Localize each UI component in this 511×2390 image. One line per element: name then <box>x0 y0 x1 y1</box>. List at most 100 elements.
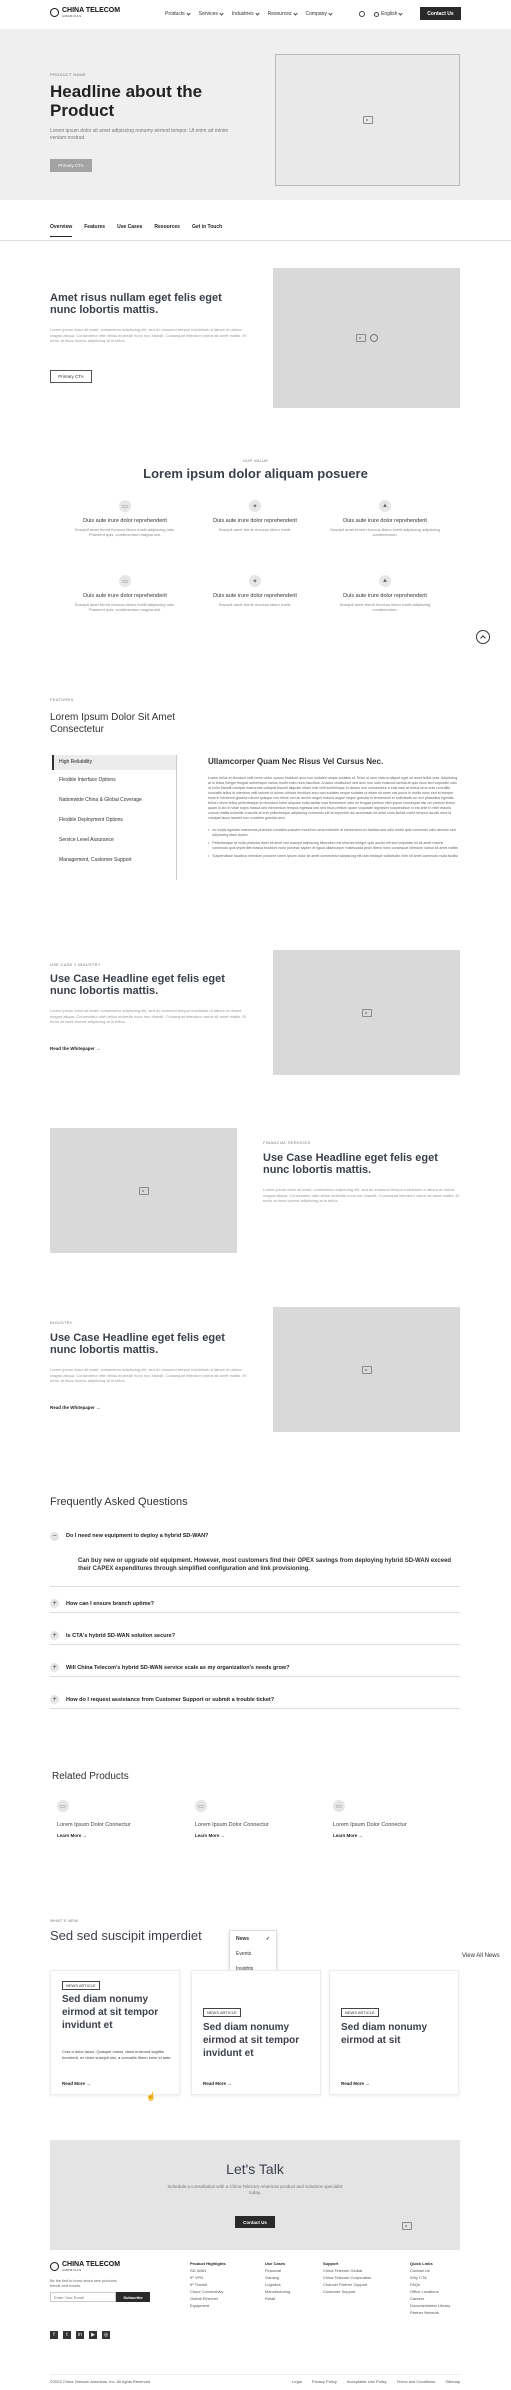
feature-icon: ✦ <box>249 575 261 587</box>
faq-answer: Can buy new or upgrade old equipment. Ho… <box>78 1558 452 1572</box>
feature-tab-high-reliability[interactable]: High Reliability <box>52 755 176 770</box>
twitter-icon[interactable]: t <box>63 2331 71 2339</box>
hero-cta-button[interactable]: Primary CTA <box>50 159 92 172</box>
usecase1-link[interactable]: Read the Whitepaper → <box>50 1046 101 1051</box>
footer-link[interactable]: Contact Us <box>410 2267 458 2274</box>
privacy-policy-link[interactable]: Privacy Policy <box>312 2379 337 2384</box>
learn-more-link[interactable]: Learn More → <box>333 1833 443 1838</box>
nav-services[interactable]: Services <box>199 10 224 17</box>
news-card-title: Sed diam nonumy eirmod at sit <box>341 2022 428 2046</box>
footer-link[interactable]: SD-WAN <box>190 2267 226 2274</box>
footer-link[interactable]: Why CTA <box>410 2274 458 2281</box>
footer-link[interactable]: IP Transit <box>190 2281 226 2288</box>
search-icon[interactable] <box>359 11 365 17</box>
terms-link[interactable]: Terms and Conditions <box>397 2379 436 2384</box>
facebook-icon[interactable]: f <box>50 2331 58 2339</box>
nav-industries[interactable]: Industries <box>232 10 260 17</box>
faq-item[interactable]: + How can I ensure branch uptime? <box>50 1595 460 1613</box>
chevron-up-icon <box>480 635 486 641</box>
footer-link[interactable]: Retail <box>265 2295 290 2302</box>
nav-resources[interactable]: Resources <box>268 10 298 17</box>
footer-link[interactable]: Manufacturing <box>265 2288 290 2295</box>
related-item: ▭ Lorem Ipsum Dolor Connectur Learn More… <box>195 1800 305 1838</box>
tab-use-cases[interactable]: Use Cases <box>117 224 142 237</box>
value-item: ▲ Duis aute irure dolor reprehenderit Su… <box>330 575 440 612</box>
nav-company[interactable]: Company <box>306 10 333 17</box>
language-selector[interactable]: English <box>374 10 404 17</box>
news-card[interactable]: NEWS ARTICLE Sed diam nonumy eirmod at s… <box>329 1970 459 2095</box>
footer-link[interactable]: Careers <box>410 2295 458 2302</box>
footer-link[interactable]: Financial <box>265 2267 290 2274</box>
footer-link[interactable]: Documentation Library <box>410 2302 458 2309</box>
tab-features[interactable]: Features <box>84 224 105 237</box>
related-title: Related Products <box>52 1771 129 1782</box>
footer-link[interactable]: Logistics <box>265 2281 290 2288</box>
footer-link[interactable]: Gaming <box>265 2274 290 2281</box>
feature-tab[interactable]: Management, Customer Support <box>52 850 176 870</box>
instagram-icon[interactable]: ◎ <box>102 2331 110 2339</box>
usecase2-eyebrow: FINANCIAL SERVICES <box>263 1140 311 1145</box>
faq-item[interactable]: − Do I need new equipment to deploy a hyb… <box>50 1527 460 1545</box>
plus-icon: + <box>50 1599 59 1608</box>
usecase3-body: Lorem ipsum dolor sit amet, consectetur … <box>50 1367 247 1383</box>
footer-link[interactable]: Office Locations <box>410 2288 458 2295</box>
footer-logo[interactable]: CHINA TELECOM AMERICAS <box>50 2261 120 2272</box>
feature-tab[interactable]: Flexible Deployment Options <box>52 810 176 830</box>
feature-tab[interactable]: Nationwide China & Global Coverage <box>52 790 176 810</box>
footer-link[interactable]: Customer Support <box>323 2288 371 2295</box>
dropdown-option-events[interactable]: Events <box>236 1951 270 1957</box>
news-title: Sed sed suscipit imperdiet <box>50 1928 202 1943</box>
tab-get-in-touch[interactable]: Get in Touch <box>192 224 222 237</box>
footer-link[interactable]: IP VPN <box>190 2274 226 2281</box>
footer-link[interactable]: Partner Network <box>410 2309 458 2316</box>
image-placeholder-icon <box>362 116 373 124</box>
news-card[interactable]: NEWS ARTICLE Sed diam nonumy eirmod at s… <box>50 1970 180 2095</box>
acceptable-use-link[interactable]: Acceptable Use Policy <box>347 2379 387 2384</box>
dropdown-option-news[interactable]: News ✓ <box>236 1936 270 1942</box>
footer-link[interactable]: Channel Partner Support <box>323 2281 371 2288</box>
feature-icon: ▲ <box>379 500 391 512</box>
footer-link[interactable]: Global Ethernet <box>190 2295 226 2302</box>
logo[interactable]: CHINA TELECOM AMERICAS <box>50 7 120 18</box>
subscribe-button[interactable]: Subscribe <box>116 2292 150 2302</box>
feature-tab[interactable]: Flexible Interface Options <box>52 770 176 790</box>
footer-link[interactable]: FAQs <box>410 2281 458 2288</box>
faq-item[interactable]: + How do I request assistance from Custom… <box>50 1691 460 1709</box>
faq-item[interactable]: + Will China Telecom's hybrid SD-WAN serv… <box>50 1659 460 1677</box>
overview-cta-button[interactable]: Primary CTA <box>50 370 92 383</box>
read-more-link[interactable]: Read More → <box>341 2081 370 2086</box>
scroll-to-top-button[interactable] <box>476 630 490 644</box>
image-placeholder-icon <box>361 1365 372 1374</box>
footer-link[interactable]: China Telecom Corporation <box>323 2274 371 2281</box>
faq-item[interactable]: + Is CTA's hybrid SD-WAN solution secure? <box>50 1627 460 1645</box>
read-more-link[interactable]: Read More → <box>203 2081 232 2086</box>
youtube-icon[interactable]: ▶ <box>89 2331 97 2339</box>
learn-more-link[interactable]: Learn More → <box>57 1833 167 1838</box>
email-field[interactable] <box>50 2292 116 2302</box>
feature-detail-body: Lorem tellus et tincidunt velit lorem do… <box>208 776 458 820</box>
footer-link[interactable]: China Telecom Global <box>323 2267 371 2274</box>
learn-more-link[interactable]: Learn More → <box>195 1833 305 1838</box>
newsletter-form: Subscribe <box>50 2292 150 2302</box>
sitemap-link[interactable]: Sitemap <box>445 2379 460 2384</box>
hero-image <box>275 54 460 186</box>
tab-overview[interactable]: Overview <box>50 224 73 237</box>
read-more-link[interactable]: Read More → <box>62 2081 91 2086</box>
feature-tab[interactable]: Service Level Assurance <box>52 830 176 850</box>
usecase2-image <box>50 1128 237 1253</box>
chevron-down-icon <box>186 10 191 16</box>
product-icon: ▭ <box>195 1800 207 1812</box>
tab-resources[interactable]: Resources <box>154 224 180 237</box>
footer-link[interactable]: Cloud Connectivity <box>190 2288 226 2295</box>
lets-talk-contact-button[interactable]: Contact Us <box>235 2216 275 2228</box>
nav-products[interactable]: Products <box>165 10 191 17</box>
legal-link[interactable]: Legal <box>292 2379 302 2384</box>
contact-us-button[interactable]: Contact Us <box>420 7 461 20</box>
view-all-news-link[interactable]: View All News <box>462 1953 500 1959</box>
footer-link[interactable]: Equipment <box>190 2302 226 2309</box>
linkedin-icon[interactable]: in <box>76 2331 84 2339</box>
social-icons: f t in ▶ ◎ <box>50 2331 110 2339</box>
news-card[interactable]: NEWS ARTICLE Sed diam nonumy eirmod at s… <box>191 1970 321 2095</box>
usecase3-link[interactable]: Read the Whitepaper → <box>50 1405 101 1410</box>
product-icon: ▭ <box>57 1800 69 1812</box>
